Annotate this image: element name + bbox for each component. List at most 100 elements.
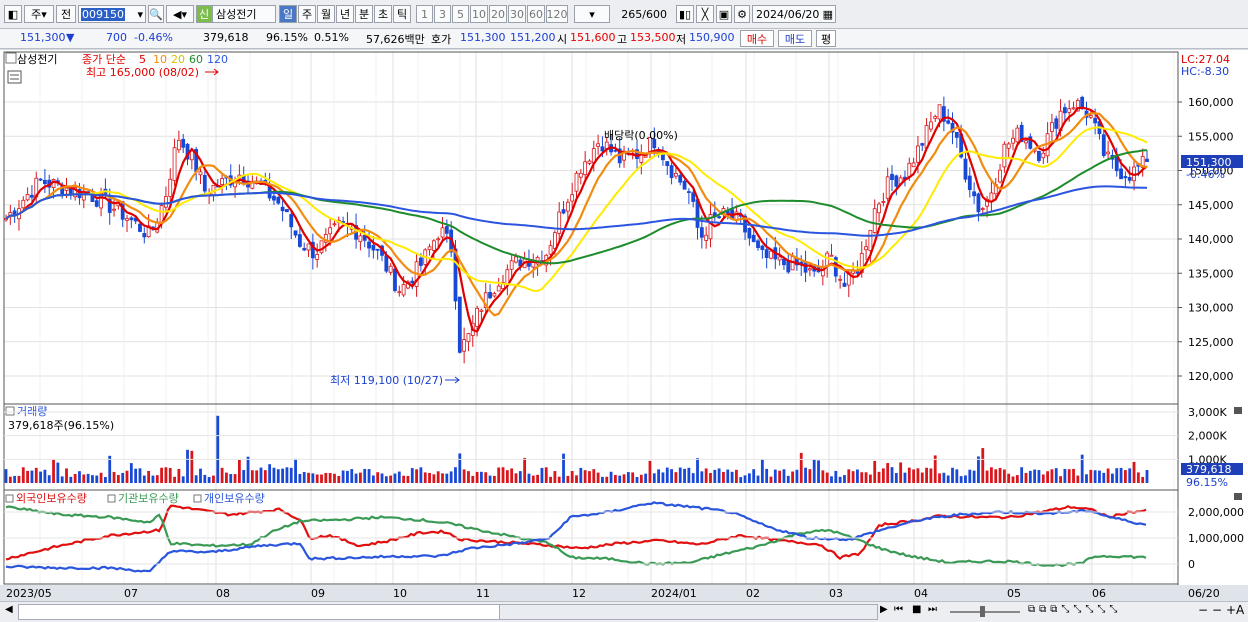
volume-bar (899, 462, 903, 483)
calculator-icon[interactable] (7, 70, 22, 84)
candle-body (319, 240, 324, 254)
zoom-out-icon[interactable]: − (1198, 603, 1208, 617)
candle-body (436, 238, 441, 241)
volume-bar (497, 467, 501, 483)
interval-button-120[interactable]: 120 (546, 5, 568, 23)
eval-button[interactable]: 평 (816, 30, 836, 47)
scroll-left-icon[interactable]: ◀ (5, 604, 13, 615)
sell-button[interactable]: 매도 (778, 30, 812, 47)
period-button-0[interactable]: 일 (279, 5, 297, 23)
volume-bar (237, 459, 241, 483)
candle-body (760, 245, 765, 250)
volume-bar (194, 475, 198, 483)
stock-chart[interactable]: 삼성전기 종가 단순 5 10 20 60 120 최고 165,000 (08… (0, 50, 1248, 603)
volume-bar (380, 473, 384, 483)
high-label: 고 (617, 33, 628, 46)
volume-menu-icon[interactable] (5, 406, 15, 416)
down-arrow-icon: ▼ (66, 31, 75, 44)
x-axis-label: 05 (1007, 587, 1021, 600)
chart-scrollbar[interactable]: ◀ ▶ ⏮ ■ ⏭ ⧉⧉⧉⤡⤡⤡⤡⤡ − − + A (0, 601, 1248, 622)
volume-bar (428, 472, 431, 483)
calendar-icon[interactable]: ▦ (823, 8, 835, 21)
candle-body (1088, 115, 1093, 118)
pane-menu-icon[interactable] (5, 52, 17, 64)
interval-button-30[interactable]: 30 (508, 5, 526, 23)
scroll-last-icon[interactable]: ⏭ (928, 604, 937, 615)
holdings-pane-close-icon[interactable] (1234, 493, 1242, 500)
volume-bar (34, 467, 38, 483)
interval-button-5[interactable]: 5 (452, 5, 469, 23)
font-size-icon[interactable]: A (1236, 603, 1244, 617)
gear-icon[interactable]: ⚙ (734, 5, 750, 23)
code-dropdown-icon[interactable]: ▾ (137, 8, 145, 21)
zoom-slider[interactable] (950, 611, 1020, 613)
buy-button[interactable]: 매수 (740, 30, 774, 47)
speaker-icon[interactable]: ◀▾ (166, 5, 194, 23)
period-type-select[interactable]: 주 ▾ (24, 5, 54, 23)
candle-body (181, 138, 186, 148)
low-price: 150,900 (689, 31, 735, 44)
candle-body (289, 213, 294, 228)
candle-body (872, 208, 877, 233)
tool-icons[interactable]: ⧉⧉⧉⤡⤡⤡⤡⤡ (1028, 604, 1121, 615)
volume-bar (990, 467, 993, 483)
candle-icon[interactable]: ▮▯ (676, 5, 694, 23)
interval-button-1[interactable]: 1 (416, 5, 433, 23)
candle-body (1071, 107, 1076, 110)
volume-bar (747, 473, 751, 483)
stock-name-field[interactable]: 삼성전기 (212, 5, 276, 23)
volume-bar (281, 468, 285, 483)
candle-body (782, 258, 786, 266)
volume-bar (890, 467, 894, 483)
stock-code-input[interactable]: 009150 ▾ (78, 5, 146, 23)
volume-bar (415, 469, 418, 483)
scroll-first-icon[interactable]: ⏮ (894, 604, 903, 615)
scroll-right-icon[interactable]: ▶ (880, 604, 888, 615)
scroll-track[interactable] (18, 604, 878, 620)
period-button-5[interactable]: 초 (374, 5, 392, 23)
interval-button-3[interactable]: 3 (434, 5, 451, 23)
volume-bar (1119, 467, 1123, 483)
scroll-thumb[interactable] (499, 605, 877, 619)
period-button-6[interactable]: 틱 (393, 5, 411, 23)
candle-body (358, 235, 363, 243)
candle-body (172, 147, 177, 181)
candle-body (583, 161, 588, 176)
date-input[interactable]: 2024/06/20 ▦ (752, 5, 836, 23)
volume-bar (168, 467, 172, 483)
zoom-slider-handle[interactable] (980, 606, 985, 617)
candle-body (881, 201, 886, 203)
holdings-menu-icon[interactable] (5, 494, 14, 503)
price-tick-label: 140,000 (1188, 233, 1234, 246)
search-icon[interactable]: 🔍 (148, 5, 164, 23)
volume-bar (436, 471, 440, 483)
period-button-4[interactable]: 분 (355, 5, 373, 23)
count-dropdown[interactable]: ▾ (574, 5, 610, 23)
volume-bar (938, 473, 941, 483)
chart-menu-icon[interactable]: ◧ (4, 5, 22, 23)
volume-bar (108, 455, 112, 483)
zoom-in-icon[interactable]: + (1226, 603, 1236, 617)
min-price-annotation: 최저 119,100 (10/27) (330, 374, 443, 387)
volume-pane-close-icon[interactable] (1234, 407, 1242, 414)
volume-bar (665, 467, 669, 483)
period-button-1[interactable]: 주 (298, 5, 316, 23)
stop-icon[interactable]: ■ (912, 604, 921, 615)
period-button-3[interactable]: 년 (336, 5, 354, 23)
count-total: /600 (642, 7, 667, 21)
pattern-icon[interactable]: ╳ (696, 5, 714, 23)
zoom-line-icon[interactable]: − (1212, 603, 1222, 617)
volume-bar (259, 467, 263, 483)
prev-button[interactable]: 전 (56, 5, 76, 23)
interval-button-60[interactable]: 60 (527, 5, 545, 23)
candle-body (496, 285, 501, 292)
candle-body (587, 160, 592, 164)
interval-button-20[interactable]: 20 (489, 5, 507, 23)
candle-body (1011, 137, 1015, 144)
period-button-2[interactable]: 월 (317, 5, 335, 23)
save-icon[interactable]: ▣ (716, 5, 732, 23)
interval-button-10[interactable]: 10 (470, 5, 488, 23)
volume-bar (709, 473, 712, 483)
volume-bar (190, 450, 194, 483)
candle-body (691, 192, 696, 202)
